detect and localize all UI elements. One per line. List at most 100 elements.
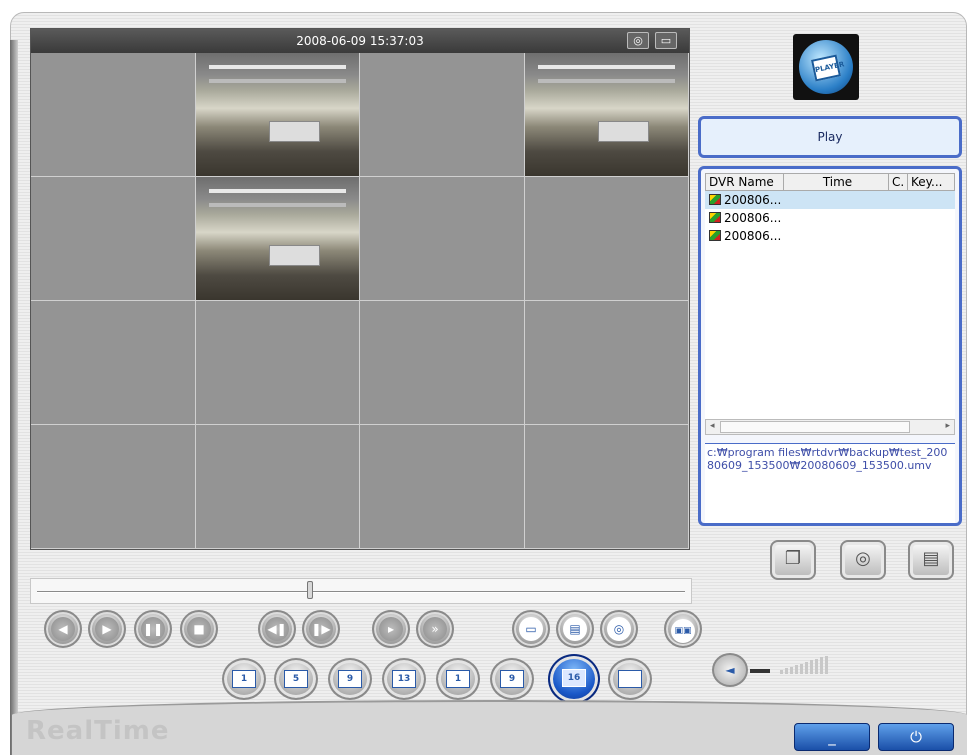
power-button[interactable]: ⏻ (878, 723, 954, 751)
video-area: 2008-06-09 15:37:03 ◎ ▭ (30, 28, 690, 550)
backup-button[interactable]: ▭ (512, 610, 550, 648)
horizontal-scrollbar[interactable]: ◂ ▸ (705, 419, 955, 435)
slow-button[interactable]: ▸ (372, 610, 410, 648)
pause-icon: ❚❚ (141, 617, 165, 641)
stop-button[interactable]: ■ (180, 610, 218, 648)
player-logo-icon: PLAYER (799, 40, 853, 94)
camera-feed[interactable] (195, 53, 360, 177)
file-path: c:₩program files₩rtdvr₩backup₩test_20080… (705, 443, 955, 523)
list-item-label: 200806... (724, 193, 782, 207)
snapshot-button[interactable]: ◎ (600, 610, 638, 648)
snapshot-icon: ◎ (607, 617, 631, 641)
layout-9-button[interactable]: 9 (328, 658, 372, 700)
camera-feed[interactable] (524, 53, 689, 177)
layout-1-alt-button[interactable]: 1 (436, 658, 480, 700)
film-search-icon: ▤ (922, 548, 940, 569)
layout-13-icon: 13 (392, 670, 416, 688)
minimize-button[interactable]: _ (794, 723, 870, 751)
window-left-edge (10, 40, 18, 755)
camera-feed[interactable] (195, 177, 360, 301)
rewind-icon: ◀ (51, 617, 75, 641)
layout-13-button[interactable]: 13 (382, 658, 426, 700)
camera-cell[interactable] (31, 425, 196, 549)
column-key[interactable]: Key... (908, 174, 954, 190)
brand-label: RealTime (26, 716, 170, 746)
camera-cell[interactable] (524, 301, 689, 425)
step-back-button[interactable]: ◀❚ (258, 610, 296, 648)
backup-icon: ▭ (519, 617, 543, 641)
camera-cell[interactable] (360, 177, 525, 301)
layout-1-alt-icon: 1 (446, 670, 470, 688)
layout-9-alt-button[interactable]: 9 (490, 658, 534, 700)
volume-slider[interactable] (750, 655, 828, 678)
pause-button[interactable]: ❚❚ (134, 610, 172, 648)
volume-tick (800, 663, 803, 674)
player-window: 2008-06-09 15:37:03 ◎ ▭ PLAYER Play DVR … (0, 0, 969, 755)
step-forward-button[interactable]: ❚▶ (302, 610, 340, 648)
settings-icon: ▣▣ (671, 619, 695, 643)
print-icon: ▤ (563, 617, 587, 641)
camera-cell[interactable] (524, 177, 689, 301)
volume-tick (780, 670, 783, 674)
list-item-label: 200806... (724, 229, 782, 243)
volume-tick (785, 668, 788, 674)
seek-thumb[interactable] (307, 581, 314, 599)
file-list: 200806... 200806... 200806... (705, 191, 955, 419)
play-button[interactable]: Play (698, 116, 962, 158)
camera-cell[interactable] (31, 301, 196, 425)
camera-search-button[interactable]: ◎ (840, 540, 886, 580)
video-file-icon (709, 212, 721, 223)
step-forward-icon: ❚▶ (309, 617, 333, 641)
layout-16-icon: 16 (562, 669, 586, 687)
layout-9-icon: 9 (338, 670, 362, 688)
camera-cell[interactable] (524, 425, 689, 549)
film-search-button[interactable]: ▤ (908, 540, 954, 580)
volume-tick (815, 658, 818, 674)
stop-icon: ■ (187, 617, 211, 641)
print-icon[interactable]: ▭ (655, 32, 677, 49)
settings-button[interactable]: ▣▣ (664, 610, 702, 648)
seek-bar[interactable] (30, 578, 692, 604)
print-button[interactable]: ▤ (556, 610, 594, 648)
column-time[interactable]: Time (784, 174, 889, 190)
video-file-icon (709, 194, 721, 205)
rewind-button[interactable]: ◀ (44, 610, 82, 648)
play-control-button[interactable]: ▶ (88, 610, 126, 648)
list-item[interactable]: 200806... (705, 227, 955, 245)
camera-cell[interactable] (360, 301, 525, 425)
layout-1-button[interactable]: 1 (222, 658, 266, 700)
copy-button[interactable]: ❐ (770, 540, 816, 580)
list-item[interactable]: 200806... (705, 191, 955, 209)
column-c[interactable]: C. (889, 174, 908, 190)
camera-cell[interactable] (195, 425, 360, 549)
logo-text: PLAYER (810, 54, 845, 82)
camera-cell[interactable] (31, 53, 196, 177)
volume-tick (805, 662, 808, 674)
column-dvr-name[interactable]: DVR Name (706, 174, 784, 190)
volume-tick (795, 665, 798, 674)
timestamp: 2008-06-09 15:37:03 (296, 34, 424, 48)
copy-icon: ❐ (784, 548, 802, 569)
scroll-thumb[interactable] (720, 421, 910, 433)
player-logo: PLAYER (793, 34, 859, 100)
layout-16-button[interactable]: 16 (548, 654, 600, 704)
list-item[interactable]: 200806... (705, 209, 955, 227)
layout-film-icon (618, 670, 642, 688)
layout-9-alt-icon: 9 (500, 670, 524, 688)
list-header: DVR Name Time C. Key... (705, 173, 955, 191)
camera-cell[interactable] (360, 53, 525, 177)
camera-icon[interactable]: ◎ (627, 32, 649, 49)
camera-cell[interactable] (360, 425, 525, 549)
camera-grid (31, 53, 689, 549)
camera-cell[interactable] (31, 177, 196, 301)
layout-film-button[interactable] (608, 658, 652, 700)
volume-button[interactable]: ◄ (712, 653, 748, 687)
video-title-bar: 2008-06-09 15:37:03 ◎ ▭ (31, 29, 689, 53)
layout-5-button[interactable]: 5 (274, 658, 318, 700)
camera-cell[interactable] (195, 301, 360, 425)
layout-1-icon: 1 (232, 670, 256, 688)
scroll-left-icon[interactable]: ◂ (710, 421, 715, 431)
scroll-right-icon[interactable]: ▸ (945, 421, 950, 431)
fast-button[interactable]: » (416, 610, 454, 648)
slow-icon: ▸ (379, 617, 403, 641)
